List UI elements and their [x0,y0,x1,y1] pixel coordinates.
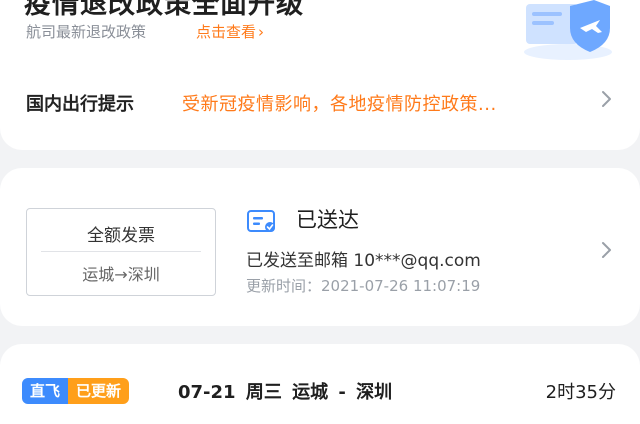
banner-title: 疫情退改政策全面升级 [24,0,304,20]
flight-card[interactable]: 直飞 已更新 07-21 周三 运城 - 深圳 2时35分 [0,344,640,424]
invoice-card[interactable]: 全额发票 运城→深圳 已送达 已发送至邮箱 10***@qq.com 更新时间：… [0,168,640,326]
invoice-type: 全额发票 [87,226,155,246]
view-policy-label: 点击查看 [196,23,257,41]
banner-subtitle: 航司最新退改政策 [26,23,147,41]
updated-badge: 已更新 [68,378,130,404]
invoice-mail-icon [247,210,275,232]
flight-tags: 直飞 已更新 [22,378,130,404]
travel-notice-text[interactable]: 受新冠疫情影响，各地疫情防控政策... [182,90,497,116]
chevron-small-icon: › [258,23,265,41]
flight-info: 07-21 周三 运城 - 深圳 [178,382,393,403]
direct-flight-badge: 直飞 [22,378,69,404]
invoice-email: 已发送至邮箱 10***@qq.com [246,251,481,271]
travel-notice-label: 国内出行提示 [26,94,134,115]
policy-card: 疫情退改政策全面升级 航司最新退改政策 点击查看 › 国内出行提示 受新冠疫情影响… [0,0,640,150]
view-policy-link[interactable]: 点击查看 › [196,21,264,42]
invoice-update-time: 更新时间：2021-07-26 11:07:19 [246,277,481,295]
invoice-status: 已送达 [296,208,359,232]
invoice-divider [41,251,201,252]
chevron-right-icon[interactable] [600,240,614,260]
chevron-right-icon[interactable] [600,89,614,109]
flight-duration: 2时35分 [545,382,616,403]
shield-plane-illustration [524,0,612,60]
invoice-summary: 全额发票 运城→深圳 [26,208,216,296]
invoice-route: 运城→深圳 [82,265,160,284]
